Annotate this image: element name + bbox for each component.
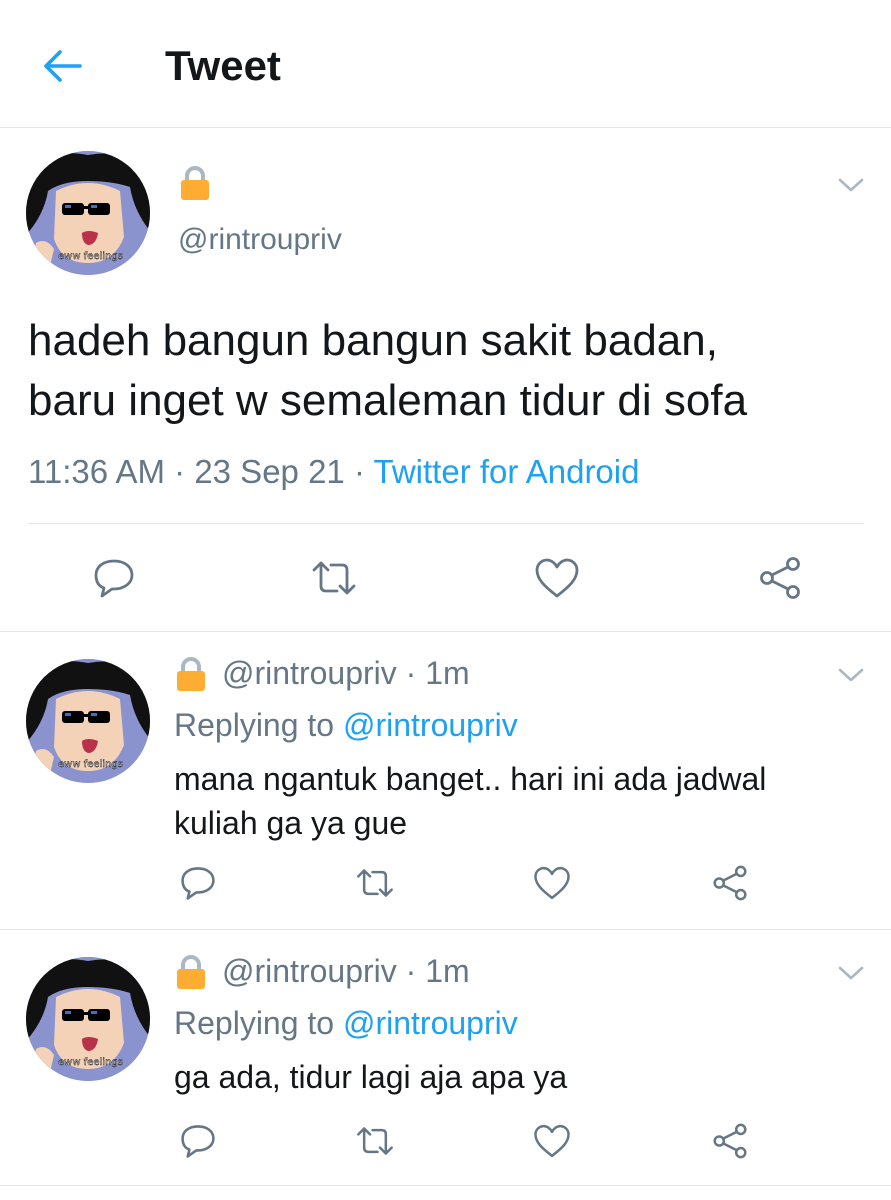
reply-header: @rintroupriv · 1m [176, 655, 470, 692]
tweet-date: 23 Sep 21 [194, 453, 345, 490]
tweet-text-line: ga ada, tidur lagi aja apa ya [174, 1059, 568, 1095]
heart-icon [535, 558, 579, 598]
arrow-left-icon [44, 50, 82, 82]
chevron-down-icon [838, 178, 864, 192]
divider [28, 523, 864, 524]
tweet-time: 11:36 AM [28, 453, 165, 490]
reply-icon [181, 1125, 215, 1158]
main-tweet: eww feelings @rintroupriv hadeh bangun b… [0, 129, 891, 632]
chevron-down-icon [838, 966, 864, 980]
tweet-time: · 1m [405, 655, 470, 691]
svg-text:eww feelings: eww feelings [58, 759, 123, 770]
reply-button[interactable] [90, 554, 138, 602]
like-button[interactable] [533, 554, 581, 602]
reply-button[interactable] [176, 861, 220, 905]
share-button[interactable] [708, 861, 752, 905]
reply-button[interactable] [176, 1119, 220, 1163]
lock-icon [180, 165, 210, 201]
replying-to: Replying to @rintroupriv [174, 1005, 518, 1042]
retweet-button[interactable] [310, 554, 358, 602]
tweet-metadata: 11:36 AM · 23 Sep 21 · Twitter for Andro… [28, 453, 639, 491]
avatar[interactable]: eww feelings [26, 659, 150, 783]
share-icon [713, 865, 747, 901]
mention-link[interactable]: @rintroupriv [343, 1005, 518, 1041]
share-icon [713, 1123, 747, 1159]
tweet-text: mana ngantuk banget.. hari ini ada jadwa… [174, 757, 854, 845]
separator: · [344, 453, 374, 490]
share-button[interactable] [708, 1119, 752, 1163]
retweet-icon [357, 869, 393, 897]
tweet-options-button[interactable] [833, 173, 869, 197]
separator: · [164, 453, 195, 490]
reply-icon [94, 559, 134, 598]
author-handle[interactable]: @rintroupriv [222, 953, 397, 990]
tweet-text-line: hadeh bangun bangun sakit badan, [28, 316, 718, 365]
reply-header: @rintroupriv · 1m [176, 953, 470, 990]
tweet-text: hadeh bangun bangun sakit badan, baru in… [28, 311, 878, 431]
reply-tweet[interactable]: eww feelings @rintroupriv · 1m Replying … [0, 931, 891, 1186]
share-button[interactable] [756, 554, 804, 602]
reply-tweet[interactable]: eww feelings @rintroupriv · 1m Replying … [0, 633, 891, 930]
replying-to-label: Replying to [174, 707, 343, 743]
retweet-button[interactable] [353, 861, 397, 905]
retweet-icon [357, 1127, 393, 1155]
svg-text:eww feelings: eww feelings [58, 251, 123, 262]
tweet-time: · 1m [405, 953, 470, 989]
reply-icon [181, 867, 215, 900]
like-button[interactable] [530, 1119, 574, 1163]
retweet-button[interactable] [353, 1119, 397, 1163]
top-bar: Tweet [0, 0, 891, 128]
author-handle[interactable]: @rintroupriv [178, 223, 342, 257]
tweet-options-button[interactable] [833, 663, 869, 687]
tweet-options-button[interactable] [833, 961, 869, 985]
share-icon [760, 557, 800, 599]
svg-text:eww feelings: eww feelings [58, 1057, 123, 1068]
avatar[interactable]: eww feelings [26, 957, 150, 1081]
replying-to-label: Replying to [174, 1005, 343, 1041]
heart-icon [534, 866, 570, 900]
author-handle[interactable]: @rintroupriv [222, 655, 397, 692]
retweet-icon [312, 561, 356, 595]
chevron-down-icon [838, 668, 864, 682]
tweet-text-line: baru inget w semaleman tidur di sofa [28, 376, 748, 425]
mention-link[interactable]: @rintroupriv [343, 707, 518, 743]
avatar[interactable]: eww feelings [26, 151, 150, 275]
lock-icon [176, 656, 206, 692]
tweet-source-link[interactable]: Twitter for Android [374, 453, 640, 490]
tweet-text-line: mana ngantuk banget.. hari ini ada jadwa… [174, 761, 767, 797]
tweet-text-line: kuliah ga ya gue [174, 805, 408, 841]
back-button[interactable] [38, 44, 86, 88]
replying-to: Replying to @rintroupriv [174, 707, 518, 744]
like-button[interactable] [530, 861, 574, 905]
page-title: Tweet [165, 42, 281, 89]
heart-icon [534, 1124, 570, 1158]
lock-icon [176, 954, 206, 990]
tweet-text: ga ada, tidur lagi aja apa ya [174, 1055, 854, 1099]
